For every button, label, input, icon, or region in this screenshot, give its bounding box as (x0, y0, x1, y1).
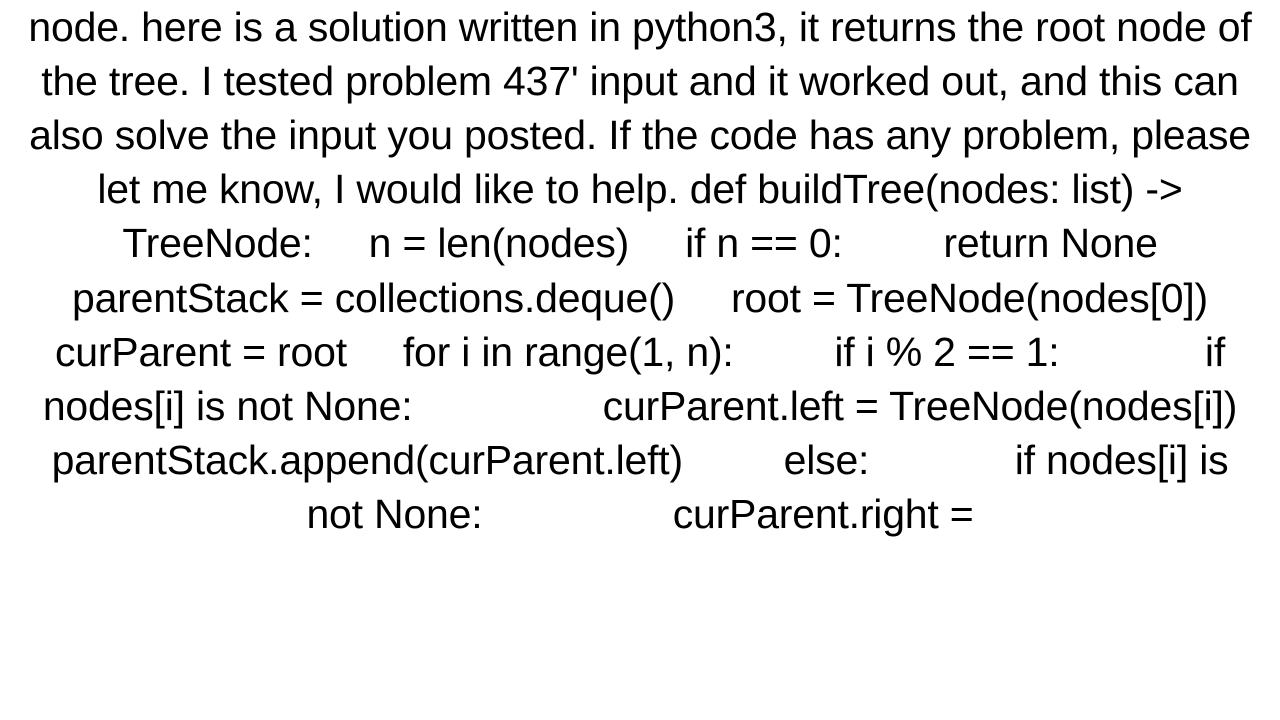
document-body-text: node. here is a solution written in pyth… (0, 0, 1280, 541)
